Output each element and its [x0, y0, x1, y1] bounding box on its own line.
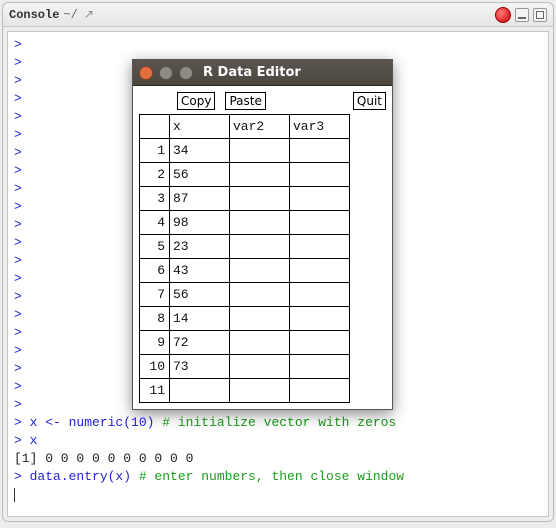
console-cursor-line[interactable]	[14, 486, 542, 504]
grid-cell[interactable]	[290, 235, 350, 259]
grid-cell[interactable]: 43	[170, 259, 230, 283]
grid-cell[interactable]	[290, 139, 350, 163]
row-number[interactable]: 5	[140, 235, 170, 259]
grid-cell[interactable]: 56	[170, 283, 230, 307]
grid-cell[interactable]	[290, 355, 350, 379]
row-number[interactable]: 1	[140, 139, 170, 163]
grid-cell[interactable]	[290, 187, 350, 211]
row-number[interactable]: 9	[140, 331, 170, 355]
console-panel: Console ~/ ↗ >>>>>>>>>>>>>>>>>>>>>> x <-…	[2, 2, 554, 522]
quit-button[interactable]: Quit	[353, 92, 386, 110]
grid-cell[interactable]	[290, 211, 350, 235]
table-row: 814	[140, 307, 350, 331]
table-row: 972	[140, 331, 350, 355]
grid-cell[interactable]	[230, 331, 290, 355]
table-row: 134	[140, 139, 350, 163]
column-header[interactable]: var2	[230, 115, 290, 139]
grid-cell[interactable]: 98	[170, 211, 230, 235]
console-line: > x <- numeric(10) # initialize vector w…	[14, 414, 542, 432]
grid-cell[interactable]: 14	[170, 307, 230, 331]
grid-cell[interactable]	[230, 307, 290, 331]
grid-cell[interactable]	[170, 379, 230, 403]
popout-icon[interactable]: ↗	[84, 7, 94, 22]
row-number[interactable]: 3	[140, 187, 170, 211]
row-number[interactable]: 11	[140, 379, 170, 403]
maximize-icon[interactable]	[179, 66, 193, 80]
grid-cell[interactable]: 87	[170, 187, 230, 211]
console-line: [1] 0 0 0 0 0 0 0 0 0 0	[14, 450, 542, 468]
grid-cell[interactable]	[290, 259, 350, 283]
paste-button[interactable]: Paste	[225, 92, 265, 110]
minimize-icon[interactable]	[159, 66, 173, 80]
console-path: ~/	[63, 8, 77, 22]
grid-cell[interactable]: 34	[170, 139, 230, 163]
grid-cell[interactable]	[290, 379, 350, 403]
table-row: 498	[140, 211, 350, 235]
table-row: 11	[140, 379, 350, 403]
table-row: 387	[140, 187, 350, 211]
grid-cell[interactable]	[290, 331, 350, 355]
editor-toolbar: Copy Paste Quit	[133, 86, 392, 114]
grid-corner	[140, 115, 170, 139]
grid-cell[interactable]	[230, 163, 290, 187]
grid-cell[interactable]	[230, 139, 290, 163]
row-number[interactable]: 8	[140, 307, 170, 331]
row-number[interactable]: 6	[140, 259, 170, 283]
grid-cell[interactable]	[230, 235, 290, 259]
column-header[interactable]: var3	[290, 115, 350, 139]
console-title: Console	[9, 8, 59, 22]
grid-cell[interactable]	[230, 379, 290, 403]
table-row: 523	[140, 235, 350, 259]
grid-cell[interactable]	[230, 355, 290, 379]
grid-cell[interactable]: 73	[170, 355, 230, 379]
grid-cell[interactable]	[230, 187, 290, 211]
table-row: 643	[140, 259, 350, 283]
table-row: 256	[140, 163, 350, 187]
table-row: 756	[140, 283, 350, 307]
data-grid[interactable]: xvar2var31342563874985236437568149721073…	[139, 114, 350, 403]
minimize-pane-button[interactable]	[515, 8, 529, 22]
column-header[interactable]: x	[170, 115, 230, 139]
grid-cell[interactable]: 23	[170, 235, 230, 259]
grid-cell[interactable]	[290, 307, 350, 331]
row-number[interactable]: 4	[140, 211, 170, 235]
console-line: > data.entry(x) # enter numbers, then cl…	[14, 468, 542, 486]
editor-title: R Data Editor	[203, 65, 301, 80]
copy-button[interactable]: Copy	[177, 92, 215, 110]
r-data-editor-window[interactable]: R Data Editor Copy Paste Quit xvar2var31…	[132, 59, 393, 410]
maximize-pane-button[interactable]	[533, 8, 547, 22]
row-number[interactable]: 10	[140, 355, 170, 379]
console-line: > x	[14, 432, 542, 450]
grid-cell[interactable]	[230, 283, 290, 307]
grid-cell[interactable]: 56	[170, 163, 230, 187]
grid-cell[interactable]	[230, 259, 290, 283]
grid-cell[interactable]	[290, 283, 350, 307]
grid-cell[interactable]: 72	[170, 331, 230, 355]
console-line: >	[14, 36, 542, 54]
stop-icon[interactable]	[495, 7, 511, 23]
row-number[interactable]: 2	[140, 163, 170, 187]
row-number[interactable]: 7	[140, 283, 170, 307]
grid-cell[interactable]	[290, 163, 350, 187]
editor-titlebar[interactable]: R Data Editor	[133, 60, 392, 86]
console-header: Console ~/ ↗	[3, 3, 553, 27]
table-row: 1073	[140, 355, 350, 379]
close-icon[interactable]	[139, 66, 153, 80]
grid-cell[interactable]	[230, 211, 290, 235]
